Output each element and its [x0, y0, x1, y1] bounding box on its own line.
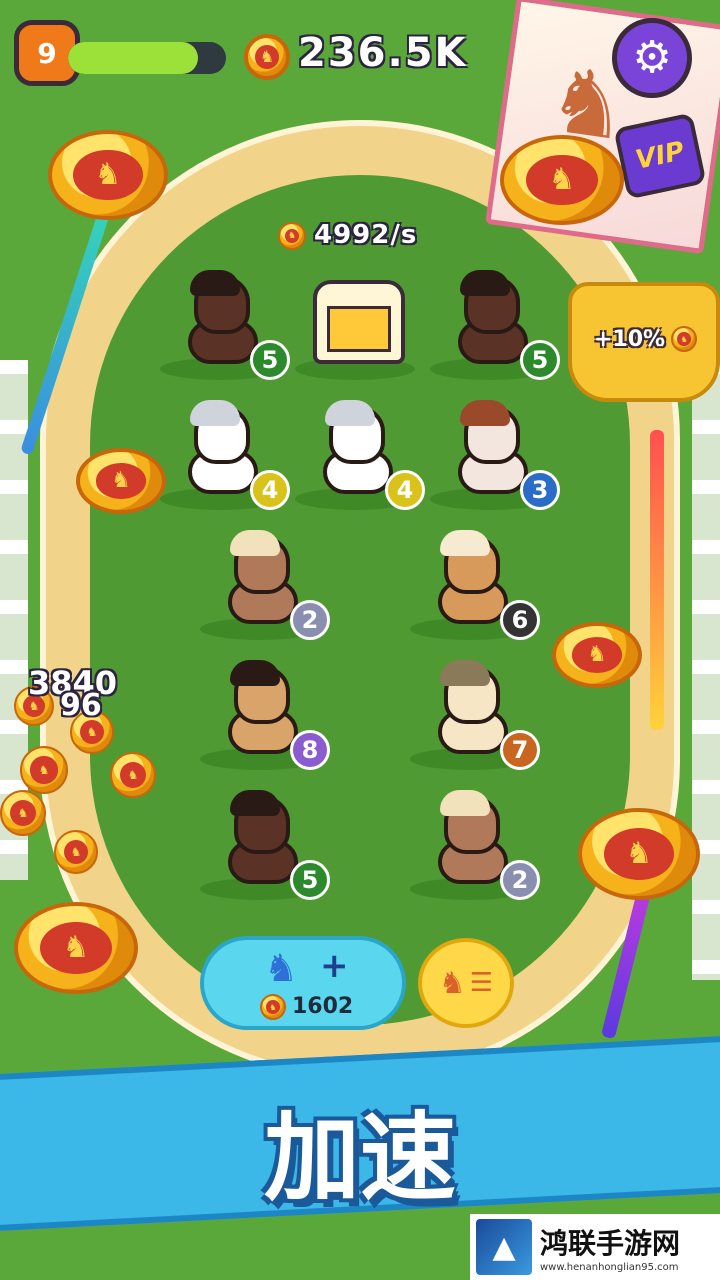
horse-level-badge: 4: [385, 470, 425, 510]
pony-head-icon: ♞: [264, 946, 299, 990]
pony-mane: [440, 530, 490, 556]
pony-mane: [460, 400, 510, 426]
watermark-logo-icon: ▲: [476, 1219, 532, 1275]
pony-mane: [460, 270, 510, 296]
horse-level-badge: 5: [290, 860, 330, 900]
income-rate: 4992/s: [314, 220, 418, 250]
xp-bar-fill: [68, 42, 198, 74]
price-coin-icon: ♞: [260, 994, 286, 1020]
horse-slot[interactable]: 7: [410, 660, 540, 780]
pony-mane: [230, 530, 280, 556]
horse-slot[interactable]: 6: [410, 530, 540, 650]
horse-level-badge: 5: [520, 340, 560, 380]
horse-list-button[interactable]: ♞ ☰: [418, 938, 514, 1028]
horse-level-badge: 8: [290, 730, 330, 770]
horse-slot[interactable]: 4: [295, 400, 425, 520]
horse-slot[interactable]: 5: [430, 270, 560, 390]
horse-level-badge: 2: [290, 600, 330, 640]
watermark: ▲ 鸿联手游网 www.henanhonglian95.com: [470, 1214, 720, 1280]
horse-slot[interactable]: 5: [160, 270, 290, 390]
track-coin[interactable]: ♞: [578, 808, 700, 900]
track-coin[interactable]: ♞: [48, 130, 168, 220]
horse-level-badge: 7: [500, 730, 540, 770]
horse-slot[interactable]: 8: [200, 660, 330, 780]
plus-label: +: [320, 946, 349, 986]
vip-label: VIP: [632, 136, 688, 176]
level-number: 9: [37, 36, 57, 70]
burst-coin: ♞: [20, 746, 68, 794]
buy-horse-button[interactable]: ♞ + ♞ 1602: [200, 936, 406, 1030]
rate-coin-icon: ♞: [278, 222, 306, 250]
horse-trailer-icon: [313, 280, 405, 364]
horse-level-badge: 4: [250, 470, 290, 510]
gate-bonus: +10% ♞: [594, 326, 698, 352]
horse-slot[interactable]: 5: [200, 790, 330, 910]
coin-icon: ♞: [244, 34, 290, 80]
list-icon: ☰: [469, 968, 494, 998]
horse-slot[interactable]: 4: [160, 400, 290, 520]
burst-coin: ♞: [0, 790, 46, 836]
pony-mane: [325, 400, 375, 426]
track-coin[interactable]: ♞: [76, 448, 166, 514]
gate-coin-icon: ♞: [671, 326, 698, 352]
pony-mane: [440, 790, 490, 816]
watermark-title: 鸿联手游网: [540, 1226, 681, 1260]
burst-coin: ♞: [110, 752, 156, 798]
coin-balance: 236.5K: [298, 30, 468, 76]
horse-slot[interactable]: 3: [430, 400, 560, 520]
banner-title: 加速: [264, 1102, 456, 1214]
watermark-url: www.henanhonglian95.com: [540, 1261, 679, 1273]
pony-mane: [230, 660, 280, 686]
buy-price: 1602: [292, 994, 354, 1019]
pony-mane: [190, 270, 240, 296]
horse-level-badge: 5: [250, 340, 290, 380]
trailer-door: [327, 306, 391, 352]
burst-coin: ♞: [54, 830, 98, 874]
track-coin[interactable]: ♞: [500, 135, 624, 225]
float-number: 96: [60, 688, 102, 723]
horse-slot[interactable]: 2: [200, 530, 330, 650]
horse-level-badge: 2: [500, 860, 540, 900]
boost-gate[interactable]: +10% ♞: [568, 282, 720, 402]
xp-bar: [68, 42, 226, 74]
horse-trailer[interactable]: [295, 270, 420, 390]
horse-head-icon: ♞: [438, 965, 466, 1001]
speed-trail-right: [650, 430, 664, 730]
gear-icon: ⚙: [632, 32, 672, 83]
horse-slot[interactable]: 2: [410, 790, 540, 910]
horse-level-badge: 6: [500, 600, 540, 640]
pony-mane: [230, 790, 280, 816]
horse-level-badge: 3: [520, 470, 560, 510]
track-coin[interactable]: ♞: [14, 902, 138, 994]
right-fence: [692, 360, 720, 980]
pony-mane: [440, 660, 490, 686]
settings-button[interactable]: ⚙: [612, 18, 692, 98]
horse-grid: 5 5 4 4 3 2 6 8 7 5 2: [160, 270, 580, 930]
pony-mane: [190, 400, 240, 426]
